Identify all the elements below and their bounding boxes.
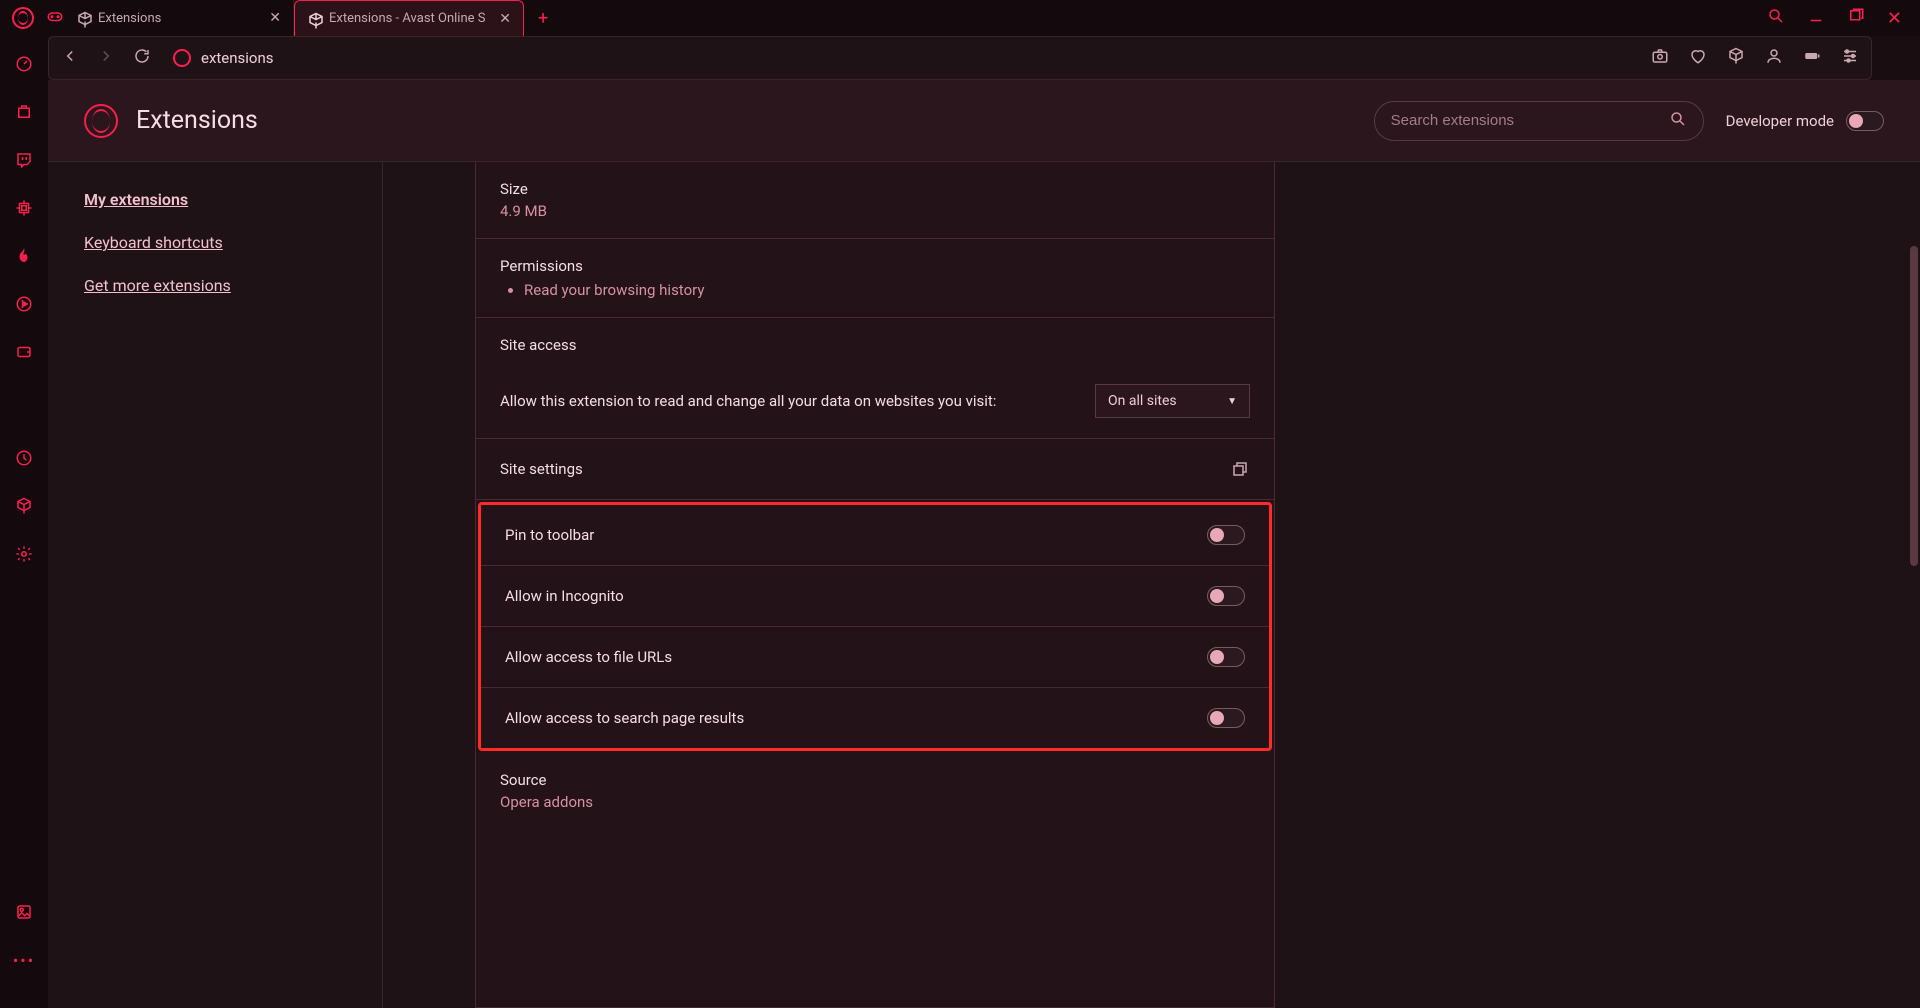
cube-icon[interactable] [14,496,34,516]
page-header: Extensions Developer mode [48,80,1920,162]
extension-icon [307,12,321,26]
main-column: Size 4.9 MB Permissions Read your browsi… [383,162,1920,1008]
search-extensions-box[interactable] [1374,101,1704,141]
allow-incognito-row: Allow in Incognito [481,566,1269,627]
search-input[interactable] [1391,112,1669,129]
source-value: Opera addons [500,793,1250,811]
size-value: 4.9 MB [500,202,1250,220]
nav-my-extensions[interactable]: My extensions [84,190,346,209]
site-access-label: Site access [500,336,1250,354]
mods-icon[interactable] [14,102,34,122]
opera-logo-icon [84,104,118,138]
content-wrap: My extensions Keyboard shortcuts Get mor… [48,162,1920,1008]
new-tab-button[interactable]: + [524,0,562,36]
developer-mode-label: Developer mode [1726,112,1834,130]
left-nav: My extensions Keyboard shortcuts Get mor… [48,162,383,1008]
site-settings-row[interactable]: Site settings [476,439,1274,500]
tab-extensions[interactable]: Extensions ✕ [64,0,294,36]
profile-icon[interactable] [1765,47,1783,69]
extension-detail-card: Size 4.9 MB Permissions Read your browsi… [475,162,1275,1008]
site-settings-label: Site settings [500,460,1230,478]
file-urls-toggle[interactable] [1207,647,1245,667]
source-section: Source Opera addons [476,753,1274,829]
cpu-icon[interactable] [14,198,34,218]
window-controls: ✕ [1767,7,1920,29]
pin-toggle[interactable] [1207,525,1245,545]
toolbar-actions [1651,47,1859,69]
file-urls-label: Allow access to file URLs [505,648,1207,666]
gx-corner-icon[interactable] [46,7,64,29]
page-area: Extensions Developer mode My extensions … [48,80,1920,1008]
open-external-icon[interactable] [1230,459,1250,479]
developer-mode-toggle[interactable] [1846,111,1884,131]
site-access-desc: Allow this extension to read and change … [500,392,1095,410]
wallet-icon[interactable] [14,342,34,362]
nav-buttons [61,47,151,69]
site-access-select[interactable]: On all sites ▼ [1095,384,1250,418]
search-results-label: Allow access to search page results [505,709,1207,727]
allow-file-urls-row: Allow access to file URLs [481,627,1269,688]
permissions-section: Permissions Read your browsing history [476,239,1274,318]
reload-icon[interactable] [133,47,151,69]
forward-icon[interactable] [97,47,115,69]
page-title: Extensions [136,106,258,135]
permission-item: Read your browsing history [524,281,1250,299]
allow-search-results-row: Allow access to search page results [481,688,1269,748]
size-label: Size [500,180,1250,198]
address-toolbar: extensions [48,36,1872,80]
close-icon[interactable]: ✕ [499,11,511,27]
history-icon[interactable] [14,448,34,468]
scrollbar-thumb[interactable] [1910,246,1918,566]
incognito-toggle[interactable] [1207,586,1245,606]
extensions-cube-icon[interactable] [1727,47,1745,69]
nav-keyboard-shortcuts[interactable]: Keyboard shortcuts [84,233,346,252]
image-icon[interactable] [14,902,34,922]
tab-title: Extensions [98,11,261,26]
maximize-icon[interactable] [1847,7,1865,29]
permissions-list: Read your browsing history [500,281,1250,299]
play-icon[interactable] [14,294,34,314]
nav-get-more-extensions[interactable]: Get more extensions [84,276,346,295]
tab-title: Extensions - Avast Online S [329,11,491,26]
site-access-row: Allow this extension to read and change … [476,364,1274,439]
easy-setup-icon[interactable] [1841,47,1859,69]
chevron-down-icon: ▼ [1227,396,1237,407]
flame-icon[interactable] [14,246,34,266]
speed-dial-icon[interactable] [14,54,34,74]
address-text[interactable]: extensions [201,49,274,67]
heart-icon[interactable] [1689,47,1707,69]
permissions-label: Permissions [500,257,1250,275]
site-access-header: Site access [476,318,1274,364]
developer-mode-row: Developer mode [1726,111,1884,131]
minimize-icon[interactable] [1807,7,1825,29]
close-icon[interactable]: ✕ [269,10,281,26]
site-access-value: On all sites [1108,393,1177,409]
tab-avast[interactable]: Extensions - Avast Online S ✕ [294,0,524,36]
more-icon[interactable]: ••• [14,950,34,970]
source-label: Source [500,771,1250,789]
size-section: Size 4.9 MB [476,162,1274,239]
search-icon[interactable] [1767,7,1785,29]
pin-to-toolbar-row: Pin to toolbar [481,505,1269,566]
search-icon[interactable] [1669,110,1687,132]
battery-icon[interactable] [1803,47,1821,69]
site-identity-icon[interactable] [173,49,191,67]
twitch-icon[interactable] [14,150,34,170]
highlighted-options: Pin to toolbar Allow in Incognito Allow … [478,502,1272,751]
sidebar-rail: ••• [0,36,48,1008]
pin-label: Pin to toolbar [505,526,1207,544]
snapshot-icon[interactable] [1651,47,1669,69]
titlebar-left [0,7,64,29]
titlebar: Extensions ✕ Extensions - Avast Online S… [0,0,1920,36]
settings-icon[interactable] [14,544,34,564]
search-results-toggle[interactable] [1207,708,1245,728]
close-window-icon[interactable]: ✕ [1887,8,1902,29]
opera-logo-icon[interactable] [12,7,34,29]
extension-icon [76,11,90,25]
tabs-strip: Extensions ✕ Extensions - Avast Online S… [64,0,562,36]
back-icon[interactable] [61,47,79,69]
incognito-label: Allow in Incognito [505,587,1207,605]
